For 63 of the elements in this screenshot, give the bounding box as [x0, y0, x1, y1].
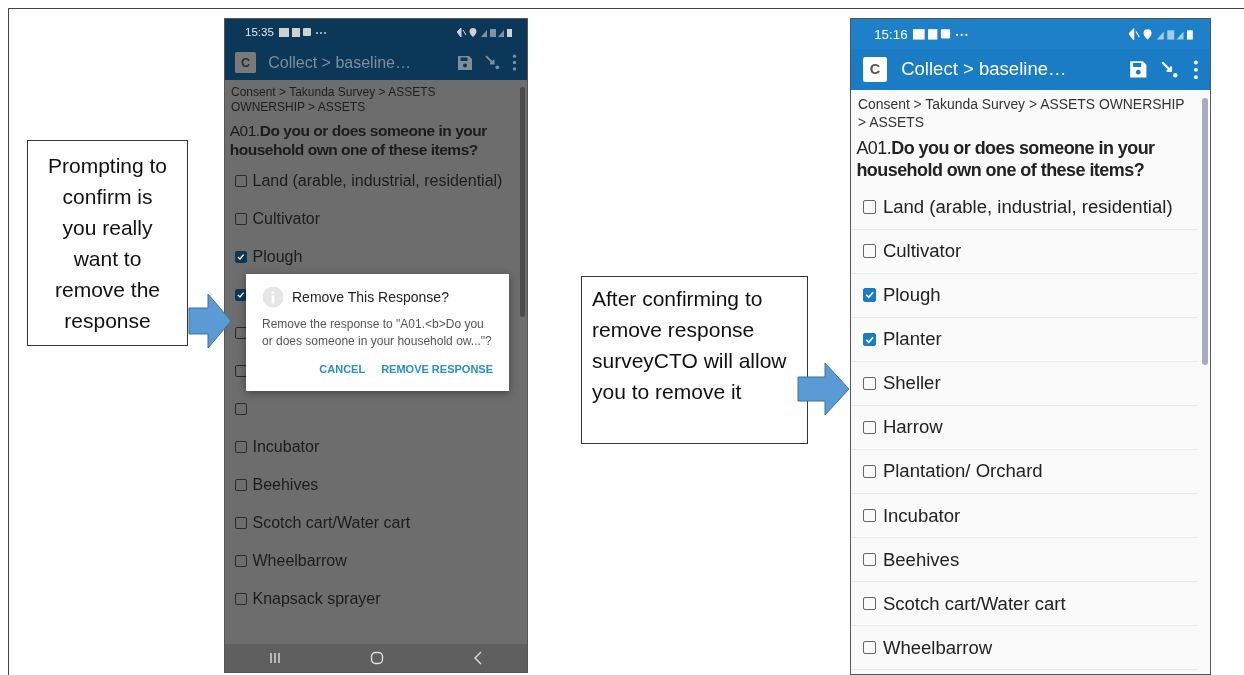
option-label[interactable]: Scotch cart/Water cart [882, 592, 1066, 615]
checkbox[interactable] [235, 403, 247, 415]
checkbox[interactable] [235, 251, 247, 263]
checkbox[interactable] [862, 464, 876, 479]
more-options-icon[interactable] [512, 54, 517, 71]
question-text: A01.Do you or does someone in your household own one of these items? [855, 136, 1156, 183]
option-label[interactable]: Harrow [882, 416, 943, 439]
dialog-title: Remove This Response? [292, 289, 449, 306]
option-label[interactable]: Plantation/ Orchard [882, 460, 1043, 483]
toolbar-title: Collect > baseline… [901, 58, 1068, 81]
callout-text: Prompting to confirm is you really want to remove the response [27, 140, 188, 346]
checkbox[interactable] [862, 420, 876, 434]
notification-icons-drawing [278, 26, 329, 38]
dialog-message: Remove the response to "A01.<b>Do you or does someone in your household ow..."? [262, 316, 493, 349]
option-label[interactable]: Cultivator [882, 240, 962, 263]
checkbox[interactable] [862, 200, 876, 214]
option-label[interactable]: Wheelbarrow [882, 636, 993, 659]
option-label[interactable]: Land (arable, industrial, residential) [882, 195, 1173, 218]
arrow-drawing [188, 293, 232, 349]
checkbox[interactable] [235, 517, 247, 529]
checkbox[interactable] [235, 289, 247, 301]
checkbox[interactable] [862, 244, 876, 258]
breadcrumb: Consent > Takunda Survey > ASSETS OWNERSHIP > ASSETS [856, 95, 1186, 132]
option-label[interactable]: Sheller [882, 372, 941, 395]
checkbox[interactable] [862, 597, 876, 611]
home-icon[interactable] [370, 651, 384, 665]
question-text: A01.Do you or does someone in your household own one of these items? [228, 120, 488, 160]
option-label[interactable]: Plough [882, 284, 941, 307]
checkbox[interactable] [862, 376, 876, 390]
system-status-icons-drawing [457, 26, 513, 38]
breadcrumb: Consent > Takunda Survey > ASSETS OWNERSHIP > ASSETS [230, 83, 437, 116]
clock-time: 15:35 [245, 26, 274, 38]
callout-text: After confirming to remove response surveyCTO will allow you to remove it [581, 276, 808, 444]
arrow-drawing [797, 362, 850, 416]
checkbox[interactable] [862, 288, 876, 302]
toolbar-title: Collect > baseline… [268, 53, 412, 72]
checkbox[interactable] [235, 593, 247, 605]
checkbox[interactable] [235, 441, 247, 453]
checkbox[interactable] [862, 552, 876, 567]
app-logo: C [862, 57, 888, 82]
dialog-button[interactable]: REMOVE RESPONSE [381, 360, 493, 377]
back-icon[interactable] [472, 651, 483, 665]
checkbox[interactable] [862, 641, 876, 655]
diagonal-arrow-icon[interactable] [485, 55, 500, 70]
checkbox[interactable] [235, 213, 247, 225]
checkbox[interactable] [235, 175, 247, 187]
option-label[interactable]: Incubator [882, 504, 961, 527]
app-logo: C [235, 51, 257, 74]
checkbox[interactable] [235, 479, 247, 491]
checkbox[interactable] [235, 555, 247, 567]
info-icon [262, 286, 284, 309]
diagonal-arrow-icon[interactable] [1161, 60, 1179, 79]
save-icon[interactable] [1128, 60, 1148, 79]
dialog-button[interactable]: CANCEL [319, 360, 366, 377]
option-label[interactable]: Planter [882, 328, 942, 351]
checkbox[interactable] [862, 508, 876, 523]
more-options-icon[interactable] [1192, 59, 1199, 80]
save-icon[interactable] [457, 54, 473, 71]
option-label[interactable]: Beehives [882, 548, 960, 571]
system-status-icons-drawing [1128, 27, 1194, 41]
recent-apps-icon[interactable] [269, 652, 282, 664]
checkbox[interactable] [862, 332, 876, 346]
clock-time: 15:16 [874, 26, 908, 42]
